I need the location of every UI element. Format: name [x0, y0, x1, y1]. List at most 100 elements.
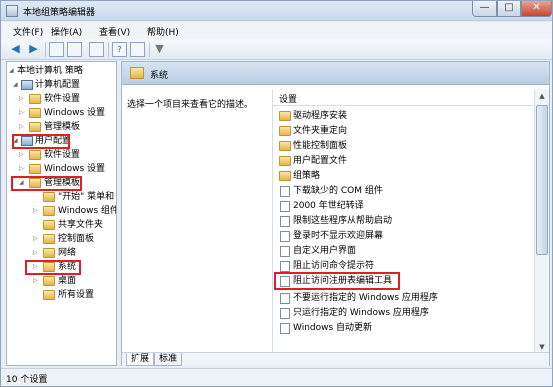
- tree-item-shared-folders[interactable]: 共享文件夹: [37, 218, 115, 232]
- export-icon[interactable]: [89, 42, 104, 57]
- tree-label: 共享文件夹: [58, 220, 104, 230]
- column-header-settings[interactable]: 设置: [273, 89, 533, 106]
- list-item-label: Windows 自动更新: [293, 323, 373, 333]
- close-button[interactable]: ✕: [521, 1, 552, 17]
- list-item[interactable]: 自定义用户界面: [273, 244, 533, 258]
- tree-item-user-software-settings[interactable]: ▷ 软件设置: [19, 148, 114, 162]
- help-icon[interactable]: ?: [112, 42, 127, 57]
- tab-extended[interactable]: 扩展: [126, 353, 155, 366]
- expand-arrow-icon[interactable]: ▷: [33, 246, 38, 260]
- window-title: 本地组策略编辑器: [23, 8, 96, 18]
- scroll-up-icon[interactable]: ▲: [536, 90, 548, 102]
- list-item[interactable]: 限制这些程序从帮助启动: [273, 214, 533, 228]
- menu-action[interactable]: 操作(A): [51, 25, 82, 38]
- back-icon[interactable]: ◀: [8, 42, 23, 57]
- expand-arrow-icon[interactable]: ▷: [19, 106, 24, 120]
- collapse-arrow-icon[interactable]: ◢: [9, 64, 14, 78]
- collapse-arrow-icon[interactable]: ◢: [13, 78, 18, 92]
- menu-file[interactable]: 文件(F): [13, 25, 43, 38]
- list-item[interactable]: Windows 自动更新: [273, 321, 533, 335]
- tree-pane: ◢ 本地计算机 策略 ◢ 计算机配置 ▷ 软件设置 ▷ Windows 设置 ▷…: [6, 61, 117, 366]
- list-item-label: 用户配置文件: [293, 156, 348, 166]
- expand-arrow-icon[interactable]: ▷: [33, 274, 38, 288]
- status-bar: 10 个设置: [1, 368, 552, 386]
- folder-icon: [279, 156, 291, 166]
- tree-item-windows-settings[interactable]: ▷ Windows 设置: [19, 106, 114, 120]
- list-item-label: 登录时不显示欢迎屏幕: [293, 231, 384, 241]
- view-tabs: 扩展 标准: [122, 352, 549, 366]
- app-window: 本地组策略编辑器 — □ ✕ 文件(F) 操作(A) 查看(V) 帮助(H) ◀…: [0, 0, 553, 387]
- list-item[interactable]: 下载缺少的 COM 组件: [273, 184, 533, 198]
- list-item[interactable]: 驱动程序安装: [273, 109, 533, 123]
- policy-setting-icon: [280, 201, 290, 212]
- properties-icon[interactable]: [130, 42, 145, 57]
- folder-icon: [43, 206, 55, 216]
- list-item[interactable]: 登录时不显示欢迎屏幕: [273, 229, 533, 243]
- tree-item-user-windows-settings[interactable]: ▷ Windows 设置: [19, 162, 114, 176]
- app-icon: [6, 5, 18, 17]
- list-item-label: 只运行指定的 Windows 应用程序: [293, 308, 429, 318]
- details-pane: 系统 选择一个项目来查看它的描述。 设置 驱动程序安装 文件夹重定向 性能控制面…: [121, 61, 550, 366]
- forward-icon[interactable]: ▶: [26, 42, 41, 57]
- toolbar-separator: [149, 42, 150, 57]
- folder-icon: [130, 67, 144, 79]
- expand-arrow-icon[interactable]: ▷: [19, 92, 24, 106]
- tree-label: 桌面: [58, 276, 77, 286]
- list-item-label: 文件夹重定向: [293, 126, 348, 136]
- list-item-label: 性能控制面板: [293, 141, 348, 151]
- toolbar-separator: [108, 42, 109, 57]
- highlight-box: [274, 272, 400, 290]
- maximize-button[interactable]: □: [497, 1, 521, 17]
- minimize-button[interactable]: —: [472, 1, 497, 17]
- list-item[interactable]: 2000 年世纪转译: [273, 199, 533, 213]
- highlight-box: [12, 134, 70, 149]
- expand-arrow-icon[interactable]: ▷: [33, 232, 38, 246]
- menu-bar: 文件(F) 操作(A) 查看(V) 帮助(H): [1, 22, 552, 39]
- folder-icon: [29, 108, 41, 118]
- list-item[interactable]: 阻止访问命令提示符: [273, 259, 533, 273]
- tab-standard[interactable]: 标准: [154, 353, 183, 366]
- menu-help[interactable]: 帮助(H): [147, 25, 179, 38]
- folder-icon: [43, 220, 55, 230]
- menu-view[interactable]: 查看(V): [99, 25, 130, 38]
- tree-item-network[interactable]: ▷ 网络: [33, 246, 115, 260]
- tree-item-all-settings[interactable]: 所有设置: [37, 288, 115, 302]
- expand-arrow-icon[interactable]: ▷: [19, 148, 24, 162]
- scroll-thumb[interactable]: [536, 105, 548, 255]
- tree-item-computer-config[interactable]: ◢ 计算机配置: [13, 78, 113, 92]
- list-item-label: 2000 年世纪转译: [293, 201, 364, 211]
- expand-arrow-icon[interactable]: ▷: [19, 120, 24, 134]
- policy-setting-icon: [280, 246, 290, 257]
- tree-item-windows-components[interactable]: ▷ Windows 组件: [33, 204, 117, 218]
- expand-arrow-icon[interactable]: ▷: [19, 162, 24, 176]
- filter-icon[interactable]: ▼: [152, 42, 167, 57]
- vertical-scrollbar[interactable]: ▲ ▼: [534, 89, 549, 355]
- list-item[interactable]: 组策略: [273, 169, 533, 183]
- list-item-label: 组策略: [293, 171, 321, 181]
- tree-label: "开始" 菜单和: [58, 192, 115, 202]
- title-bar[interactable]: 本地组策略编辑器 — □ ✕: [1, 1, 552, 21]
- tree-label: 网络: [58, 248, 77, 258]
- list-item[interactable]: 用户配置文件: [273, 154, 533, 168]
- list-item[interactable]: 文件夹重定向: [273, 124, 533, 138]
- expand-arrow-icon[interactable]: ▷: [33, 204, 38, 218]
- list-item-label: 阻止访问命令提示符: [293, 261, 375, 271]
- policy-setting-icon: [280, 293, 290, 304]
- policy-setting-icon: [280, 261, 290, 272]
- details-title: 系统: [150, 71, 169, 81]
- up-icon[interactable]: [49, 42, 64, 57]
- list-item[interactable]: 只运行指定的 Windows 应用程序: [273, 306, 533, 320]
- list-item[interactable]: 不要运行指定的 Windows 应用程序: [273, 291, 533, 305]
- show-tree-icon[interactable]: [67, 42, 82, 57]
- list-item[interactable]: 性能控制面板: [273, 139, 533, 153]
- tree-item-start-menu[interactable]: "开始" 菜单和: [37, 190, 115, 204]
- status-text: 10 个设置: [6, 375, 48, 385]
- tree-label: Windows 组件: [58, 206, 117, 216]
- tree-item-local-policy[interactable]: ◢ 本地计算机 策略: [9, 64, 114, 78]
- tree-item-software-settings[interactable]: ▷ 软件设置: [19, 92, 114, 106]
- tree-item-desktop[interactable]: ▷ 桌面: [33, 274, 115, 288]
- tree-item-control-panel[interactable]: ▷ 控制面板: [33, 232, 115, 246]
- tree-label: 管理模板: [44, 122, 81, 132]
- tree-item-admin-templates[interactable]: ▷ 管理模板: [19, 120, 114, 134]
- policy-setting-icon: [280, 186, 290, 197]
